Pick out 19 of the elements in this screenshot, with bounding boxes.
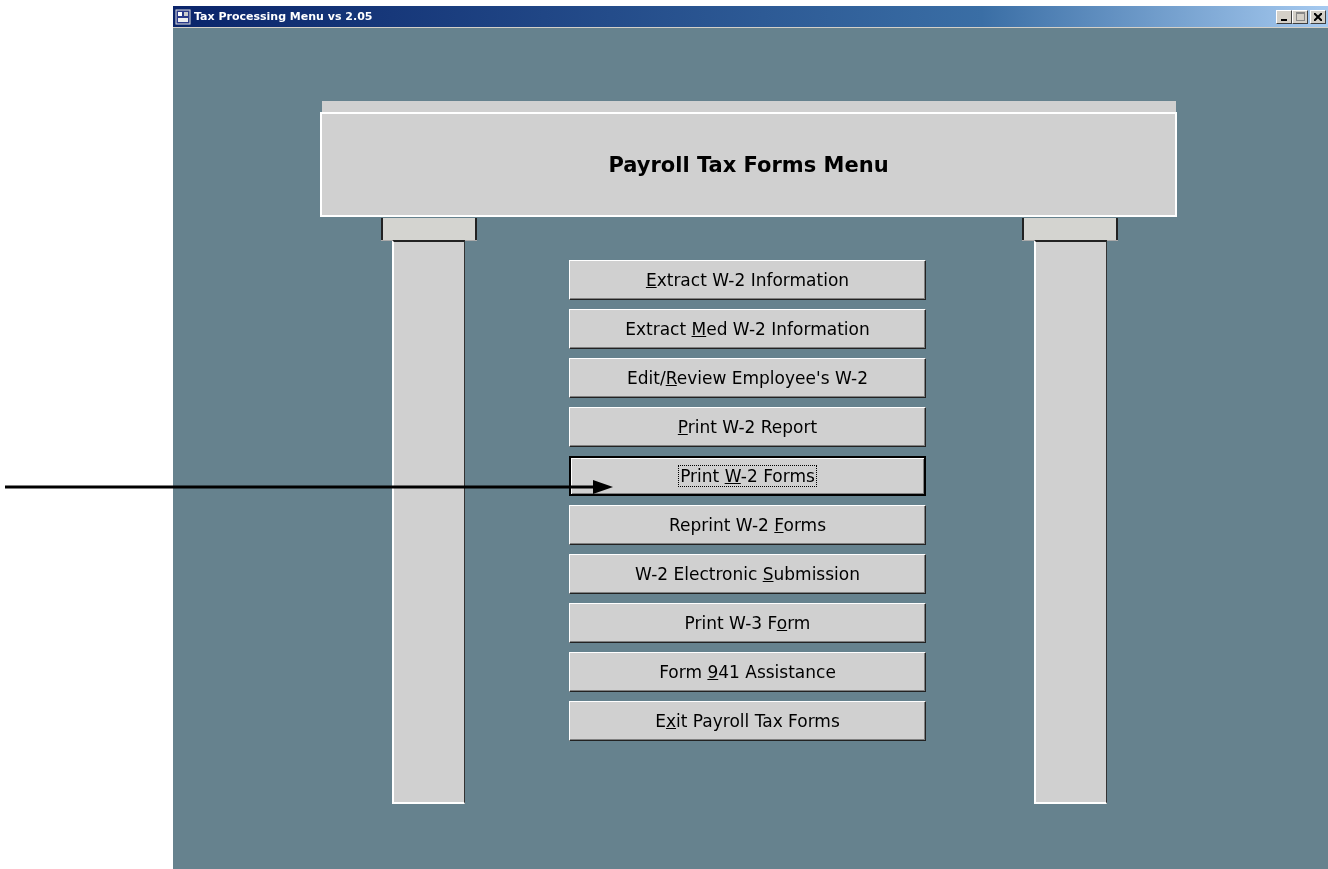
maximize-icon [1295,12,1305,21]
menu-button[interactable]: W-2 Electronic Submission [569,554,926,594]
menu-button[interactable]: Exit Payroll Tax Forms [569,701,926,741]
menu-button[interactable]: Edit/Review Employee's W-2 [569,358,926,398]
menu-button[interactable]: Extract W-2 Information [569,260,926,300]
menu-button[interactable]: Print W-3 Form [569,603,926,643]
minimize-button[interactable] [1276,9,1292,24]
close-icon [1314,12,1322,21]
app-icon [175,8,191,25]
menu-button[interactable]: Print W-2 Report [569,407,926,447]
window-title: Tax Processing Menu vs 2.05 [194,10,373,23]
minimize-icon [1281,18,1287,21]
close-button[interactable] [1310,9,1326,24]
maximize-button[interactable] [1292,9,1308,24]
menu-button[interactable]: Extract Med W-2 Information [569,309,926,349]
menu-button[interactable]: Reprint W-2 Forms [569,505,926,545]
menu-button[interactable]: Print W-2 Forms [569,456,926,496]
menu-title: Payroll Tax Forms Menu [608,152,889,177]
menu-button[interactable]: Form 941 Assistance [569,652,926,692]
